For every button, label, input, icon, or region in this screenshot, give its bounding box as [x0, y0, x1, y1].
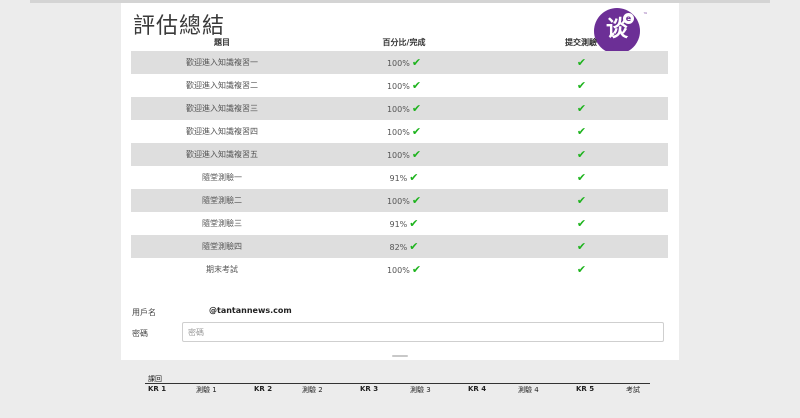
row-percent: 91%	[389, 220, 408, 229]
check-icon: ✔	[576, 240, 587, 253]
row-percent-cell: 100% ✔	[313, 189, 495, 212]
row-percent: 100%	[386, 266, 410, 275]
table-row: 隨堂測驗四 82% ✔ ✔	[131, 235, 668, 258]
row-percent-cell: 100% ✔	[313, 74, 495, 97]
row-percent: 100%	[386, 59, 410, 68]
logo-sup: e	[623, 13, 634, 24]
header-submitted: 提交測驗	[565, 38, 597, 47]
row-percent: 100%	[386, 105, 410, 114]
row-topic: 歡迎進入知識複習五	[186, 150, 258, 159]
row-submitted-cell: ✔	[495, 258, 668, 281]
row-percent-cell: 100% ✔	[313, 120, 495, 143]
check-icon: ✔	[576, 263, 587, 276]
header-percent: 百分比/完成	[382, 38, 426, 47]
table-row: 隨堂測驗三 91% ✔ ✔	[131, 212, 668, 235]
row-percent-cell: 100% ✔	[313, 143, 495, 166]
row-topic: 歡迎進入知識複習三	[186, 104, 258, 113]
username-redaction	[182, 305, 204, 316]
row-topic: 隨堂測驗二	[202, 196, 242, 205]
row-percent-cell: 91% ✔	[313, 166, 495, 189]
bottom-nav-item[interactable]: KR 2	[254, 385, 272, 393]
check-icon: ✔	[411, 148, 422, 161]
check-icon: ✔	[411, 102, 422, 115]
row-submitted-cell: ✔	[495, 189, 668, 212]
password-input[interactable]	[182, 322, 664, 342]
row-submitted-cell: ✔	[495, 74, 668, 97]
row-percent: 100%	[386, 197, 410, 206]
row-percent: 100%	[386, 151, 410, 160]
table-row: 期末考試 100% ✔ ✔	[131, 258, 668, 281]
bottom-nav-item[interactable]: KR 3	[360, 385, 378, 393]
check-icon: ✔	[576, 148, 587, 161]
row-submitted-cell: ✔	[495, 143, 668, 166]
table-row: 歡迎進入知識複習四 100% ✔ ✔	[131, 120, 668, 143]
bottom-nav-item[interactable]: 測驗 1	[196, 385, 217, 395]
bottom-nav-divider	[145, 383, 650, 384]
row-topic: 歡迎進入知識複習二	[186, 81, 258, 90]
bottom-nav-item[interactable]: KR 5	[576, 385, 594, 393]
row-submitted-cell: ✔	[495, 166, 668, 189]
resize-handle[interactable]	[392, 355, 408, 357]
row-percent-cell: 91% ✔	[313, 212, 495, 235]
row-percent: 91%	[389, 174, 408, 183]
logo-tm: ™	[643, 12, 648, 18]
table-row: 隨堂測驗二 100% ✔ ✔	[131, 189, 668, 212]
row-percent: 100%	[386, 128, 410, 137]
bottom-nav-item[interactable]: 測驗 4	[518, 385, 539, 395]
bottom-nav-item[interactable]: KR 4	[468, 385, 486, 393]
row-submitted-cell: ✔	[495, 212, 668, 235]
check-icon: ✔	[411, 56, 422, 69]
check-icon: ✔	[411, 125, 422, 138]
row-topic: 歡迎進入知識複習四	[186, 127, 258, 136]
table-row: 歡迎進入知識複習三 100% ✔ ✔	[131, 97, 668, 120]
check-icon: ✔	[411, 194, 422, 207]
check-icon: ✔	[411, 263, 422, 276]
row-percent-cell: 100% ✔	[313, 97, 495, 120]
row-submitted-cell: ✔	[495, 235, 668, 258]
bottom-nav-item[interactable]: 測驗 2	[302, 385, 323, 395]
row-topic: 隨堂測驗三	[202, 219, 242, 228]
check-icon: ✔	[411, 79, 422, 92]
check-icon: ✔	[576, 125, 587, 138]
check-icon: ✔	[409, 240, 419, 253]
check-icon: ✔	[576, 102, 587, 115]
table-row: 歡迎進入知識複習二 100% ✔ ✔	[131, 74, 668, 97]
row-percent-cell: 100% ✔	[313, 258, 495, 281]
check-icon: ✔	[409, 217, 419, 230]
bottom-nav-item[interactable]: KR 1	[148, 385, 166, 393]
row-topic: 隨堂測驗四	[202, 242, 242, 251]
row-topic: 歡迎進入知識複習一	[186, 58, 258, 67]
table-row: 歡迎進入知識複習一 100% ✔ ✔	[131, 51, 668, 74]
header-topic: 題目	[214, 38, 230, 47]
username-value: @tantannews.com	[209, 306, 292, 315]
table-row: 歡迎進入知識複習五 100% ✔ ✔	[131, 143, 668, 166]
check-icon: ✔	[576, 194, 587, 207]
check-icon: ✔	[576, 217, 587, 230]
check-icon: ✔	[576, 56, 587, 69]
row-submitted-cell: ✔	[495, 51, 668, 74]
row-percent-cell: 100% ✔	[313, 51, 495, 74]
row-percent: 100%	[386, 82, 410, 91]
check-icon: ✔	[576, 171, 587, 184]
page-title: 評估總結	[133, 14, 226, 39]
bottom-nav-item[interactable]: 測驗 3	[410, 385, 431, 395]
password-label: 密碼	[132, 329, 148, 338]
row-submitted-cell: ✔	[495, 120, 668, 143]
check-icon: ✔	[576, 79, 587, 92]
row-topic: 期末考試	[206, 265, 238, 274]
row-submitted-cell: ✔	[495, 97, 668, 120]
bottom-nav-item[interactable]: 考試	[626, 385, 640, 395]
row-topic: 隨堂測驗一	[202, 173, 242, 182]
username-label: 用戶名	[132, 308, 156, 317]
row-percent-cell: 82% ✔	[313, 235, 495, 258]
table-row: 隨堂測驗一 91% ✔ ✔	[131, 166, 668, 189]
check-icon: ✔	[409, 171, 419, 184]
row-percent: 82%	[389, 243, 408, 252]
